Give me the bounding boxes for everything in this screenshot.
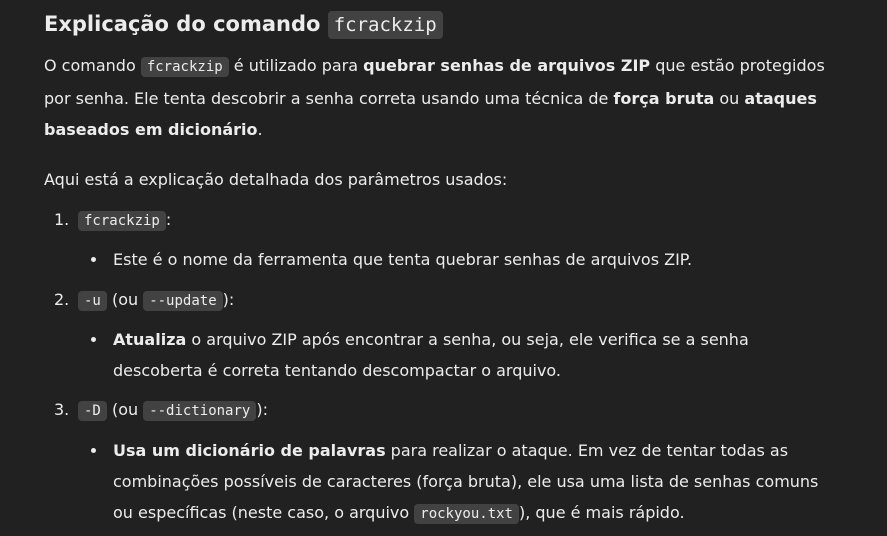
inline-code: --update xyxy=(143,291,223,311)
item-middle-text: (ou xyxy=(106,290,144,309)
bold-text: Atualiza xyxy=(113,330,187,349)
bullet-body: ), que é mais rápido. xyxy=(518,503,685,522)
list-item-heading: -D (ou --dictionary): xyxy=(78,394,268,427)
section-heading: Explicação do comando fcrackzip xyxy=(44,8,443,41)
list-number: 2. xyxy=(54,290,70,309)
list-item-heading: fcrackzip: xyxy=(78,204,171,237)
bullet-text: Usa um dicionário de palavras para reali… xyxy=(113,435,823,530)
bullet-dot xyxy=(91,337,96,342)
intro-text: é utilizado para xyxy=(228,56,364,75)
bold-text: quebrar senhas de arquivos ZIP xyxy=(363,56,651,75)
inline-code: rockyou.txt xyxy=(414,504,519,524)
intro-text: . xyxy=(257,120,263,139)
list-item-heading: -u (ou --update): xyxy=(78,284,234,317)
bullet-dot xyxy=(91,257,96,262)
bullet-text: Este é o nome da ferramenta que tenta qu… xyxy=(113,250,693,269)
bold-text: Usa um dicionário de palavras xyxy=(113,441,386,460)
inline-code: --dictionary xyxy=(143,401,257,421)
inline-code: -u xyxy=(78,291,107,311)
bullet-dot xyxy=(91,448,96,453)
list-number: 1. xyxy=(54,210,70,229)
item-middle-text: (ou xyxy=(106,400,144,419)
lead-paragraph: Aqui está a explicação detalhada dos par… xyxy=(44,170,508,189)
heading-code: fcrackzip xyxy=(327,11,443,39)
inline-code: fcrackzip xyxy=(78,211,166,231)
inline-code: fcrackzip xyxy=(140,57,229,77)
intro-text: O comando xyxy=(44,56,141,75)
list-number: 3. xyxy=(54,400,70,419)
heading-text: Explicação do comando xyxy=(44,12,328,36)
intro-paragraph: O comando fcrackzip é utilizado para que… xyxy=(44,50,834,145)
bold-text: força bruta xyxy=(613,89,715,108)
item-suffix: ): xyxy=(256,400,268,419)
bullet-body: o arquivo ZIP após encontrar a senha, ou… xyxy=(113,330,749,380)
item-suffix: : xyxy=(165,210,172,229)
item-suffix: ): xyxy=(222,290,235,309)
bullet-text: Atualiza o arquivo ZIP após encontrar a … xyxy=(113,324,823,386)
intro-text: ou xyxy=(714,89,745,108)
inline-code: -D xyxy=(78,401,107,421)
